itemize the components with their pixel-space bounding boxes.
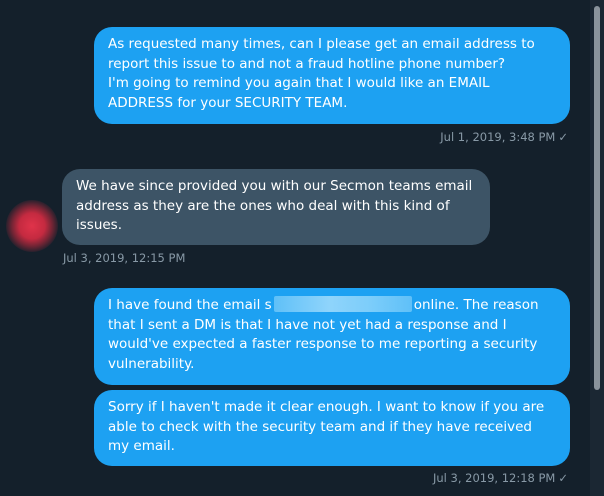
sent-message-bubble[interactable]: Sorry if I haven't made it clear enough.… (94, 390, 570, 466)
scrollbar-track[interactable] (590, 0, 604, 496)
redacted-email (273, 296, 412, 312)
message-timestamp: Jul 3, 2019, 12:18 PM ✓ (433, 471, 568, 485)
read-check-icon: ✓ (558, 471, 568, 485)
message-timestamp: Jul 3, 2019, 12:15 PM (63, 251, 186, 265)
sent-message-bubble[interactable]: I have found the email s online. The reas… (94, 288, 570, 385)
message-timestamp: Jul 1, 2019, 3:48 PM ✓ (440, 130, 568, 144)
scrollbar-thumb[interactable] (594, 6, 600, 390)
sender-avatar[interactable] (6, 200, 58, 252)
read-check-icon: ✓ (558, 130, 568, 144)
timestamp-text: Jul 3, 2019, 12:18 PM (432, 471, 556, 485)
received-message-bubble[interactable]: We have since provided you with our Secm… (62, 169, 490, 245)
timestamp-text: Jul 1, 2019, 3:48 PM (440, 130, 556, 144)
sent-message-bubble[interactable]: As requested many times, can I please ge… (94, 27, 570, 124)
message-text-start: I have found the email s (108, 297, 272, 313)
